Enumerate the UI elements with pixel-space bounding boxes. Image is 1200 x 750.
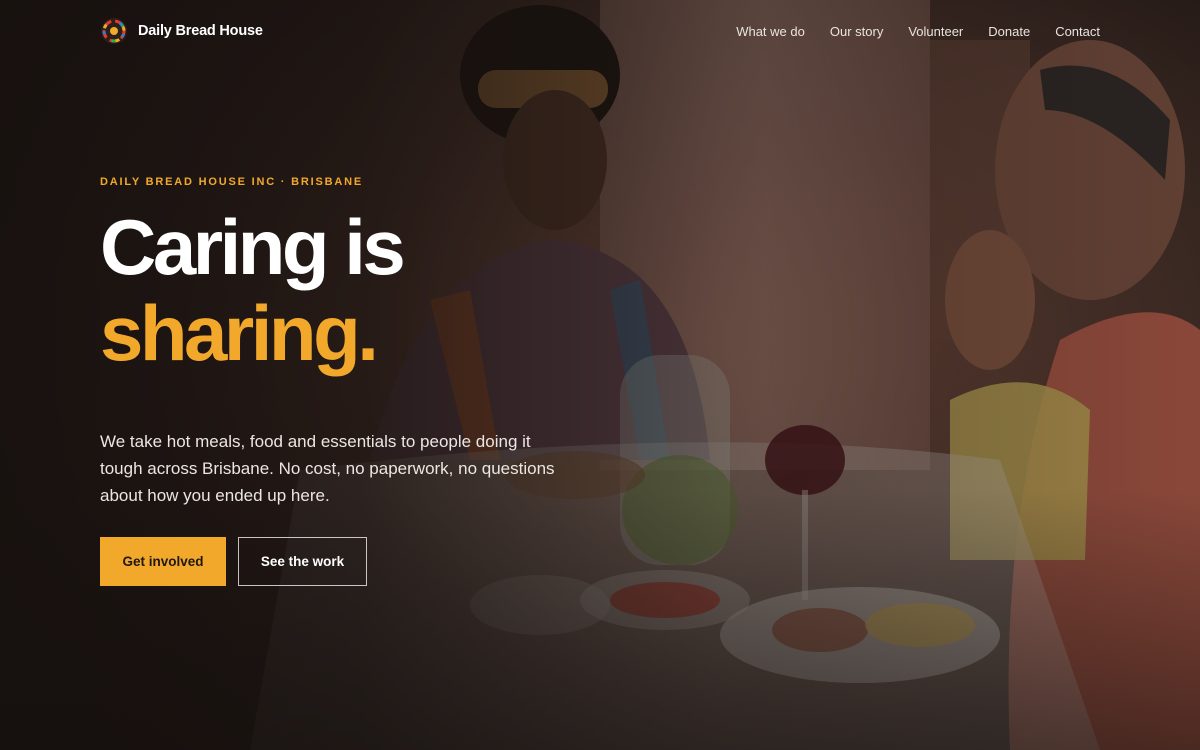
brand-home-link[interactable]: Daily Bread House (100, 17, 263, 45)
nav-item-volunteer[interactable]: Volunteer (908, 24, 963, 39)
hero-content: DAILY BREAD HOUSE INC · BRISBANE Caring … (100, 176, 600, 586)
see-the-work-button[interactable]: See the work (238, 537, 367, 586)
hero-section: Daily Bread House What we do Our story V… (0, 0, 1200, 750)
nav-item-donate[interactable]: Donate (988, 24, 1030, 39)
hero-headline: Caring is sharing. (100, 204, 600, 376)
hero-headline-line2: sharing. (100, 289, 379, 377)
hero-actions: Get involved See the work (100, 537, 600, 586)
hero-eyebrow: DAILY BREAD HOUSE INC · BRISBANE (100, 176, 363, 188)
nav-item-our-story[interactable]: Our story (830, 24, 883, 39)
nav-item-what-we-do[interactable]: What we do (736, 24, 805, 39)
brand-logo-icon (101, 18, 127, 44)
hero-lede: We take hot meals, food and essentials t… (100, 432, 555, 505)
hero-headline-line1: Caring is (100, 203, 406, 291)
site-header: Daily Bread House What we do Our story V… (0, 0, 1200, 62)
main-nav: What we do Our story Volunteer Donate Co… (736, 24, 1100, 39)
nav-item-contact[interactable]: Contact (1055, 24, 1100, 39)
brand-name: Daily Bread House (138, 23, 263, 39)
get-involved-button[interactable]: Get involved (100, 537, 226, 586)
